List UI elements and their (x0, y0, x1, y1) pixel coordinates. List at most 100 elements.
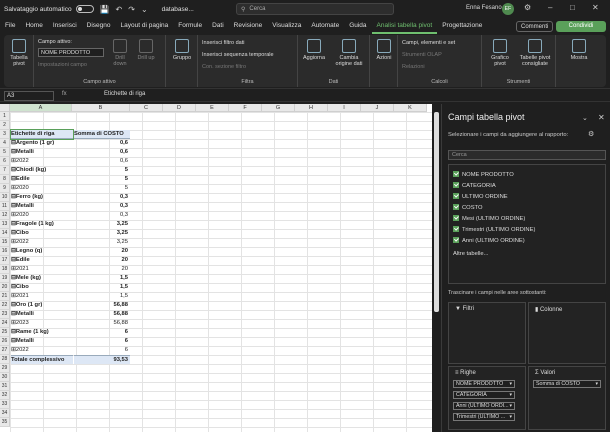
cell-a[interactable]: ⊟Metalli (11, 310, 73, 319)
column-header-I[interactable]: I (328, 104, 361, 112)
cell-a[interactable]: ⊟Cibo (11, 229, 73, 238)
autosave-toggle[interactable] (75, 5, 94, 13)
change-source-button[interactable]: Cambia origine dati (334, 39, 364, 67)
cell-b[interactable]: 6 (74, 328, 130, 337)
rows-area-item[interactable]: Anni (ULTIMO ORDI... (453, 402, 515, 410)
row-header[interactable]: 32 (0, 391, 10, 400)
cell-b[interactable] (74, 391, 130, 400)
values-area[interactable]: Σ Valori Somma di COSTO (528, 366, 606, 430)
cell-b[interactable]: Somma di COSTO (74, 130, 130, 139)
fx-icon[interactable]: fx (62, 91, 67, 97)
row-header[interactable]: 3 (0, 130, 10, 139)
tab-5[interactable]: Formule (173, 18, 207, 34)
row-header[interactable]: 7 (0, 166, 10, 175)
relations-button[interactable]: Relazioni (402, 64, 425, 70)
cell-a[interactable]: ⊞2023 (11, 319, 73, 328)
checkbox-checked-icon[interactable] (453, 215, 459, 221)
rows-area-item[interactable]: NOME PRODOTTO (453, 380, 515, 388)
cell-a[interactable]: ⊟Edile (11, 175, 73, 184)
cell-a[interactable]: ⊟Chiodi (kg) (11, 166, 73, 175)
insert-timeline-button[interactable]: Inserisci sequenza temporale (202, 52, 274, 58)
cell-a[interactable]: ⊟Edile (11, 256, 73, 265)
redo-icon[interactable]: ↷ (128, 5, 135, 14)
cell-a[interactable]: ⊞2022 (11, 346, 73, 355)
row-header[interactable]: 26 (0, 337, 10, 346)
row-header[interactable]: 20 (0, 283, 10, 292)
cell-b[interactable]: 56,88 (74, 301, 130, 310)
column-header-K[interactable]: K (394, 104, 427, 112)
column-header-H[interactable]: H (295, 104, 328, 112)
cell-a[interactable]: ⊟Metalli (11, 148, 73, 157)
tab-4[interactable]: Layout di pagina (116, 18, 174, 34)
maximize-icon[interactable]: □ (570, 3, 575, 12)
cell-b[interactable] (74, 364, 130, 373)
checkbox-checked-icon[interactable] (453, 182, 459, 188)
row-header[interactable]: 23 (0, 310, 10, 319)
field-checkbox-item[interactable]: ULTIMO ORDINE (453, 193, 508, 202)
share-button[interactable]: Condividi (556, 21, 606, 32)
show-button[interactable]: Mostra (564, 39, 594, 61)
field-settings-button[interactable]: Impostazioni campo (38, 62, 87, 68)
row-header[interactable]: 31 (0, 382, 10, 391)
row-header[interactable]: 18 (0, 265, 10, 274)
cell-b[interactable] (74, 112, 130, 121)
spreadsheet-grid[interactable]: A B C D E F G H I J K 1 2 3 Etichette di riga Somma di … (0, 104, 432, 432)
column-header-B[interactable]: B (72, 104, 130, 112)
formula-content[interactable]: Etichette di riga (104, 91, 145, 97)
row-header[interactable]: 2 (0, 121, 10, 130)
cell-a[interactable]: ⊟Mele (kg) (11, 274, 73, 283)
column-header-E[interactable]: E (196, 104, 229, 112)
checkbox-checked-icon[interactable] (453, 171, 459, 177)
rows-area-item[interactable]: CATEGORIA (453, 391, 515, 399)
cell-b[interactable] (74, 409, 130, 418)
row-header[interactable]: 19 (0, 274, 10, 283)
actions-button[interactable]: Azioni (372, 39, 396, 61)
cell-a[interactable]: ⊟Metalli (11, 337, 73, 346)
cell-a[interactable]: ⊞2020 (11, 184, 73, 193)
cell-a[interactable] (11, 391, 73, 400)
row-header[interactable]: 24 (0, 319, 10, 328)
cell-b[interactable] (74, 418, 130, 427)
field-checkbox-item[interactable]: COSTO (453, 204, 483, 213)
cell-a[interactable] (11, 409, 73, 418)
field-checkbox-item[interactable]: CATEGORIA (453, 182, 496, 191)
cell-b[interactable]: 0,6 (74, 157, 130, 166)
cell-a[interactable]: ⊟Ferro (kg) (11, 193, 73, 202)
columns-area[interactable]: ▮ Colonne (528, 302, 606, 364)
fields-items-button[interactable]: Campi, elementi e set (402, 40, 455, 46)
row-header[interactable]: 1 (0, 112, 10, 121)
cell-b[interactable] (74, 121, 130, 130)
checkbox-checked-icon[interactable] (453, 226, 459, 232)
cell-a[interactable]: ⊟Metalli (11, 202, 73, 211)
pivot-chart-button[interactable]: Grafico pivot (486, 39, 514, 67)
select-all-corner[interactable] (0, 104, 10, 112)
column-header-F[interactable]: F (229, 104, 262, 112)
pane-layout-icon[interactable]: ⚙ (588, 130, 594, 138)
row-header[interactable]: 21 (0, 292, 10, 301)
cell-a[interactable] (11, 382, 73, 391)
field-checkbox-item[interactable]: Trimestri (ULTIMO ORDINE) (453, 226, 535, 235)
olap-button[interactable]: Strumenti OLAP (402, 52, 442, 58)
cell-a[interactable]: ⊞2022 (11, 238, 73, 247)
undo-icon[interactable]: ↶ (116, 5, 123, 14)
pane-close-icon[interactable]: ✕ (598, 113, 605, 122)
row-header[interactable]: 10 (0, 193, 10, 202)
cell-b[interactable]: 0,3 (74, 211, 130, 220)
row-header[interactable]: 9 (0, 184, 10, 193)
tab-11[interactable]: Analisi tabella pivot (371, 18, 438, 34)
cell-b[interactable] (74, 382, 130, 391)
cell-b[interactable]: 3,25 (74, 229, 130, 238)
comments-button[interactable]: Commenti (516, 21, 554, 32)
values-area-item[interactable]: Somma di COSTO (533, 380, 601, 388)
column-header-D[interactable]: D (163, 104, 196, 112)
cell-b[interactable]: 20 (74, 247, 130, 256)
cell-a[interactable]: ⊟Rame (1 kg) (11, 328, 73, 337)
cell-b[interactable]: 3,25 (74, 220, 130, 229)
tab-0[interactable]: File (0, 18, 20, 34)
tab-1[interactable]: Home (20, 18, 47, 34)
name-box[interactable]: A3 (4, 91, 54, 101)
more-tables-link[interactable]: Altre tabelle... (453, 250, 488, 259)
row-header[interactable]: 22 (0, 301, 10, 310)
tab-12[interactable]: Progettazione (437, 18, 487, 34)
cell-a[interactable] (11, 400, 73, 409)
